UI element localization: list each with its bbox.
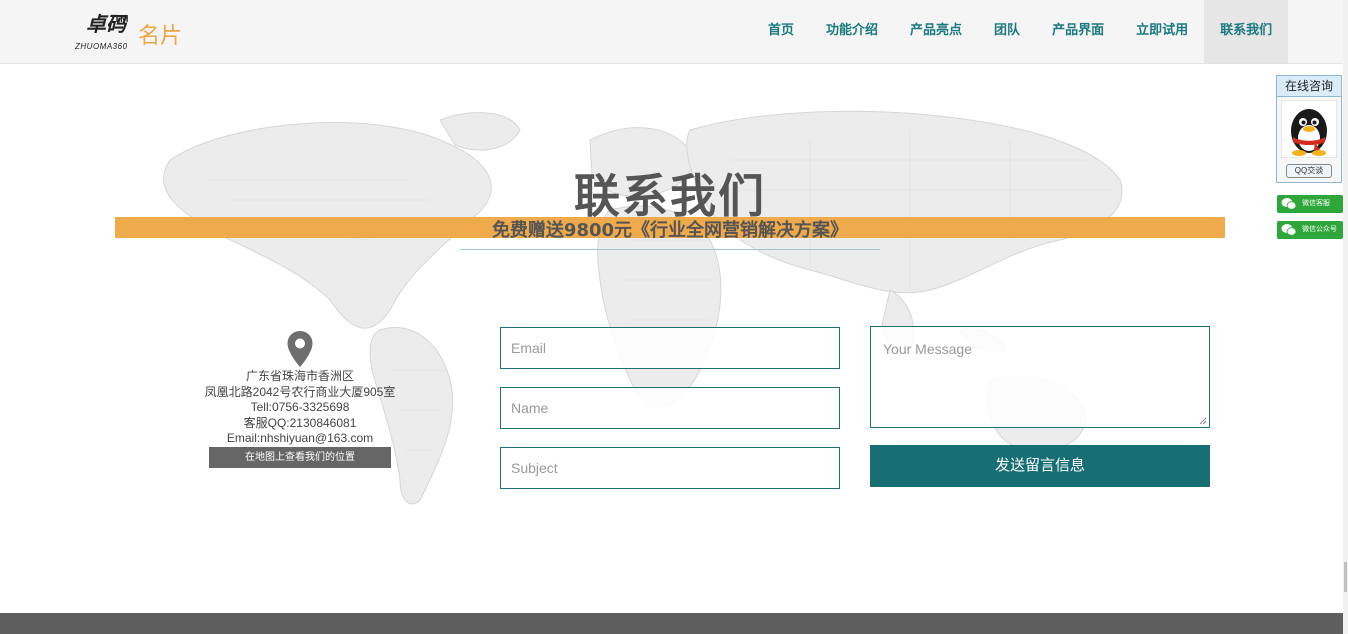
wechat-service-label: 微信客服 xyxy=(1302,200,1330,207)
nav-item-contact[interactable]: 联系我们 xyxy=(1204,0,1289,63)
nav-item-highlights[interactable]: 产品亮点 xyxy=(894,0,978,63)
view-map-button[interactable]: 在地图上查看我们的位置 xyxy=(209,447,391,468)
wechat-icon xyxy=(1281,224,1297,236)
message-field[interactable] xyxy=(870,326,1210,428)
send-message-button[interactable]: 发送留言信息 xyxy=(870,445,1210,487)
main-nav: 首页 功能介绍 产品亮点 团队 产品界面 立即试用 联系我们 xyxy=(752,0,1289,63)
address-block: 广东省珠海市香洲区 凤凰北路2042号农行商业大厦905室 Tell:0756-… xyxy=(180,369,420,447)
wechat-icon xyxy=(1281,198,1297,210)
address-line1: 广东省珠海市香洲区 xyxy=(245,369,354,383)
nav-item-trial[interactable]: 立即试用 xyxy=(1120,0,1204,63)
nav-item-home[interactable]: 首页 xyxy=(752,0,810,63)
consult-title: 在线咨询 xyxy=(1277,76,1341,97)
email-field[interactable] xyxy=(500,327,840,369)
qq-penguin-icon[interactable] xyxy=(1281,100,1337,158)
site-header: 卓码 TM ZHUOMA360 名片 首页 功能介绍 产品亮点 团队 产品界面 … xyxy=(0,0,1348,64)
qq-chat-button[interactable]: QQ交谈 xyxy=(1286,164,1332,178)
page-subtitle: 免费赠送9800元《行业全网营销解决方案》 xyxy=(491,220,849,241)
wechat-service-button[interactable]: 微信客服 xyxy=(1277,195,1343,213)
nav-item-team[interactable]: 团队 xyxy=(978,0,1036,63)
page-footer xyxy=(0,613,1343,634)
nav-item-features[interactable]: 功能介绍 xyxy=(810,0,894,63)
address-line2: 凤凰北路2042号农行商业大厦905室 xyxy=(204,384,396,399)
subject-field[interactable] xyxy=(500,447,840,489)
resize-grip-icon[interactable] xyxy=(1198,416,1207,425)
online-consult-panel: 在线咨询 QQ交谈 xyxy=(1276,75,1342,183)
page-scrollbar[interactable] xyxy=(1343,0,1348,634)
site-title: 名片 xyxy=(138,24,183,49)
address-tel: Tell:0756-3325698 xyxy=(250,400,350,414)
scrollbar-thumb[interactable] xyxy=(1344,562,1347,592)
logo-trademark: TM xyxy=(114,14,129,25)
title-divider xyxy=(460,249,880,250)
address-email: Email:nhshiyuan@163.com xyxy=(226,431,374,445)
logo-english: ZHUOMA360 xyxy=(75,42,128,51)
wechat-public-label: 微信公众号 xyxy=(1302,226,1337,233)
map-pin-icon xyxy=(287,331,313,367)
name-field[interactable] xyxy=(500,387,840,429)
wechat-public-button[interactable]: 微信公众号 xyxy=(1277,221,1343,239)
nav-item-screens[interactable]: 产品界面 xyxy=(1036,0,1120,63)
address-qq: 客服QQ:2130846081 xyxy=(243,415,357,430)
